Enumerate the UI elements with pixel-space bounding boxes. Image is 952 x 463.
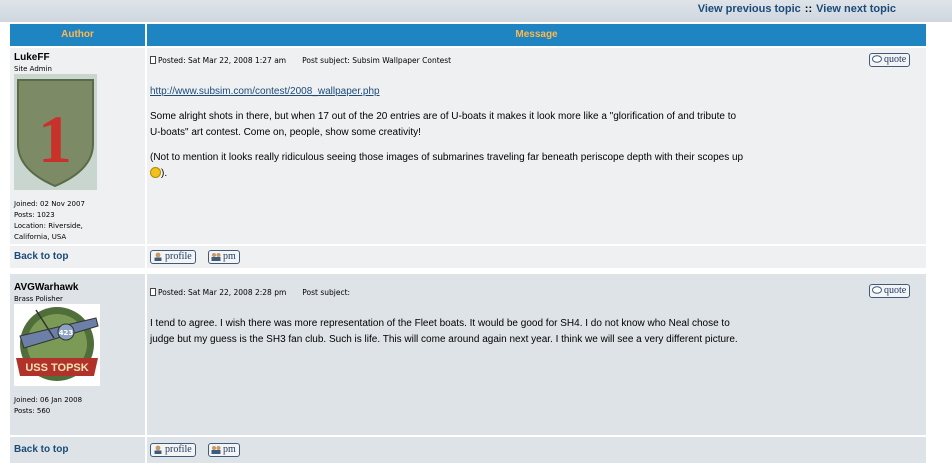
speech-bubble-icon	[872, 55, 882, 63]
post-1-postcount: Posts: 1023	[14, 211, 55, 219]
post-1-profile-button[interactable]: profile	[150, 250, 196, 264]
post-1-posted: Posted: Sat Mar 22, 2008 1:27 am	[158, 56, 287, 65]
pm-label: pm	[223, 444, 236, 455]
post-2-pm-button[interactable]: pm	[208, 443, 240, 457]
post-1-location-line2: California, USA	[14, 233, 67, 241]
post-2-para1-line2: judge but my guess is the SH3 fan club. …	[150, 334, 738, 345]
post-1-user-info: Joined: 02 Nov 2007 Posts: 1023 Location…	[14, 199, 85, 243]
post-1-footer-left: Back to top	[10, 246, 145, 268]
profile-icon	[154, 252, 162, 261]
post-1-body: http://www.subsim.com/contest/2008_wallp…	[150, 84, 743, 182]
post-1-avatar: 1	[14, 74, 97, 190]
post-2-footer-left: Back to top	[10, 437, 145, 463]
post-2-author-cell: AVGWarhawk Brass Polisher 423 USS TOPSK …	[10, 274, 145, 435]
post-2-header: Posted: Sat Mar 22, 2008 2:28 pm Post sub…	[150, 288, 350, 297]
post-1-quote-button[interactable]: quote	[869, 53, 911, 67]
post-1-para1-line2: U-boats" art contest. Come on, people, s…	[150, 127, 421, 138]
nav-separator: ::	[804, 3, 813, 15]
private-message-icon	[211, 253, 221, 261]
profile-label: profile	[165, 444, 192, 455]
topic-nav-bar: View previous topic:: View next topic	[0, 0, 952, 22]
post-2-quote-button[interactable]: quote	[869, 284, 911, 298]
post-1-para2-end: ).	[161, 168, 168, 179]
post-1-location-line1: Location: Riverside,	[14, 222, 83, 230]
post-1-subject: Post subject: Subsim Wallpaper Contest	[302, 56, 452, 65]
post-2-profile-button[interactable]: profile	[150, 443, 196, 457]
post-1-username[interactable]: LukeFF	[14, 52, 50, 63]
view-next-topic-link[interactable]: View next topic	[816, 3, 896, 15]
post-1-para2-line1: (Not to mention it looks really ridiculo…	[150, 152, 744, 163]
profile-label: profile	[165, 251, 192, 262]
avatar-number: 423	[59, 329, 74, 337]
post-1-header: Posted: Sat Mar 22, 2008 1:27 am Post sub…	[150, 56, 451, 65]
post-2-user-info: Joined: 06 Jan 2008 Posts: 560	[14, 395, 82, 417]
post-1-message-cell: Posted: Sat Mar 22, 2008 1:27 am Post sub…	[147, 48, 926, 244]
post-2-subject: Post subject:	[302, 288, 351, 297]
post-2-body: I tend to agree. I wish there was more r…	[150, 316, 738, 348]
avatar-numeral: 1	[38, 101, 72, 177]
post-2-para1-line1: I tend to agree. I wish there was more r…	[150, 318, 730, 329]
post-1-joined: Joined: 02 Nov 2007	[14, 200, 85, 208]
post-icon	[150, 56, 156, 64]
message-column-header: Message	[147, 24, 926, 46]
post-icon	[150, 288, 156, 296]
post-2-posted: Posted: Sat Mar 22, 2008 2:28 pm	[158, 288, 287, 297]
post-2-postcount: Posts: 560	[14, 407, 51, 415]
profile-icon	[154, 445, 162, 454]
post-2-footer-right: profile pm	[147, 437, 926, 463]
post-1-contest-link[interactable]: http://www.subsim.com/contest/2008_wallp…	[150, 86, 380, 97]
speech-bubble-icon	[872, 286, 882, 294]
quote-label: quote	[884, 285, 907, 296]
post-2-avatar: 423 USS TOPSK	[14, 304, 100, 386]
post-2-username[interactable]: AVGWarhawk	[14, 282, 78, 293]
topic-nav: View previous topic:: View next topic	[698, 3, 896, 15]
view-previous-topic-link[interactable]: View previous topic	[698, 3, 801, 15]
post-1-footer-right: profile pm	[147, 246, 926, 268]
post-1-pm-button[interactable]: pm	[208, 250, 240, 264]
post-2-back-to-top[interactable]: Back to top	[14, 444, 68, 455]
author-column-header: Author	[10, 24, 145, 46]
posts-table: Author Message LukeFF Site Admin 1 Joine…	[10, 24, 926, 463]
post-1-para1-line1: Some alright shots in there, but when 17…	[150, 111, 737, 122]
pm-label: pm	[223, 251, 236, 262]
post-1-rank: Site Admin	[14, 65, 52, 73]
quote-label: quote	[884, 54, 907, 65]
post-1-author-cell: LukeFF Site Admin 1 Joined: 02 Nov 2007 …	[10, 48, 145, 244]
post-2-message-cell: Posted: Sat Mar 22, 2008 2:28 pm Post sub…	[147, 274, 926, 435]
post-2-joined: Joined: 06 Jan 2008	[14, 396, 83, 404]
post-1-back-to-top[interactable]: Back to top	[14, 251, 68, 262]
avatar-banner-text: USS TOPSK	[25, 362, 88, 374]
post-2-rank: Brass Polisher	[14, 295, 63, 303]
smiley-icon	[150, 167, 161, 178]
private-message-icon	[211, 446, 221, 454]
